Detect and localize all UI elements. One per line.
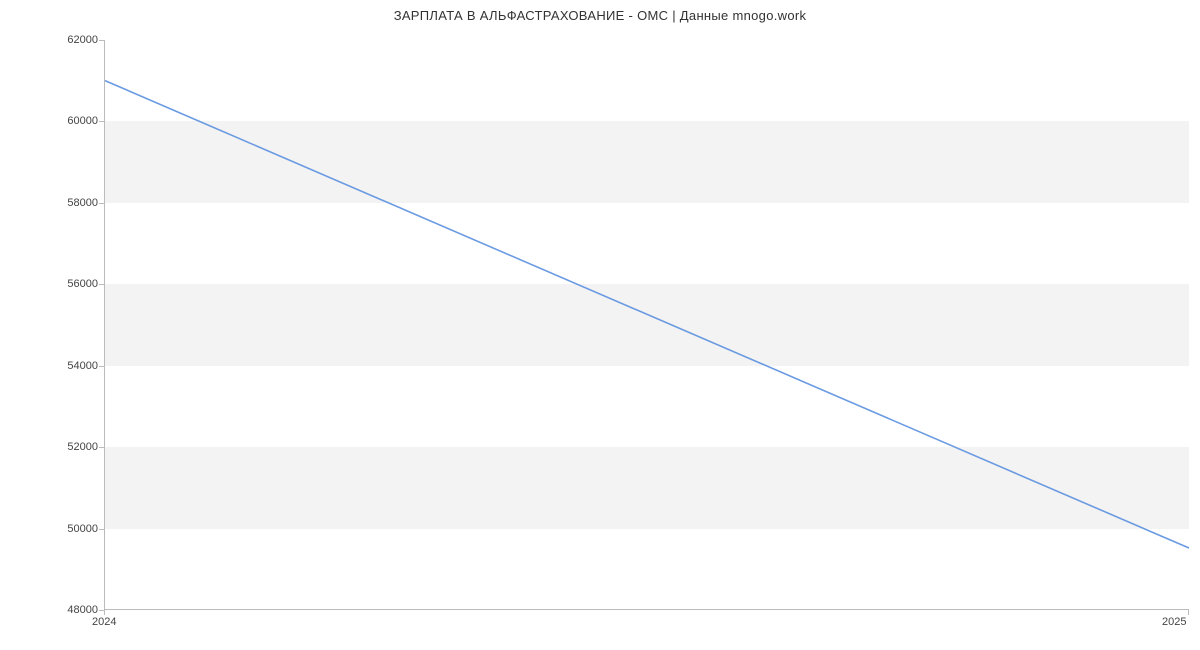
y-tick-label: 60000	[8, 115, 98, 127]
x-tick-label: 2025	[1162, 616, 1186, 628]
x-tick-label: 2024	[92, 616, 116, 628]
y-tick-label: 54000	[8, 360, 98, 372]
y-tick-label: 62000	[8, 34, 98, 46]
x-tick-mark	[1188, 610, 1189, 615]
series-line-salary	[105, 81, 1189, 548]
plot-area	[104, 40, 1189, 610]
line-layer	[105, 40, 1189, 609]
y-tick-label: 50000	[8, 523, 98, 535]
y-tick-label: 56000	[8, 278, 98, 290]
y-tick-label: 52000	[8, 441, 98, 453]
y-tick-label: 58000	[8, 197, 98, 209]
x-tick-mark	[104, 610, 105, 615]
y-tick-label: 48000	[8, 604, 98, 616]
chart-title: ЗАРПЛАТА В АЛЬФАСТРАХОВАНИЕ - ОМС | Данн…	[0, 8, 1200, 23]
